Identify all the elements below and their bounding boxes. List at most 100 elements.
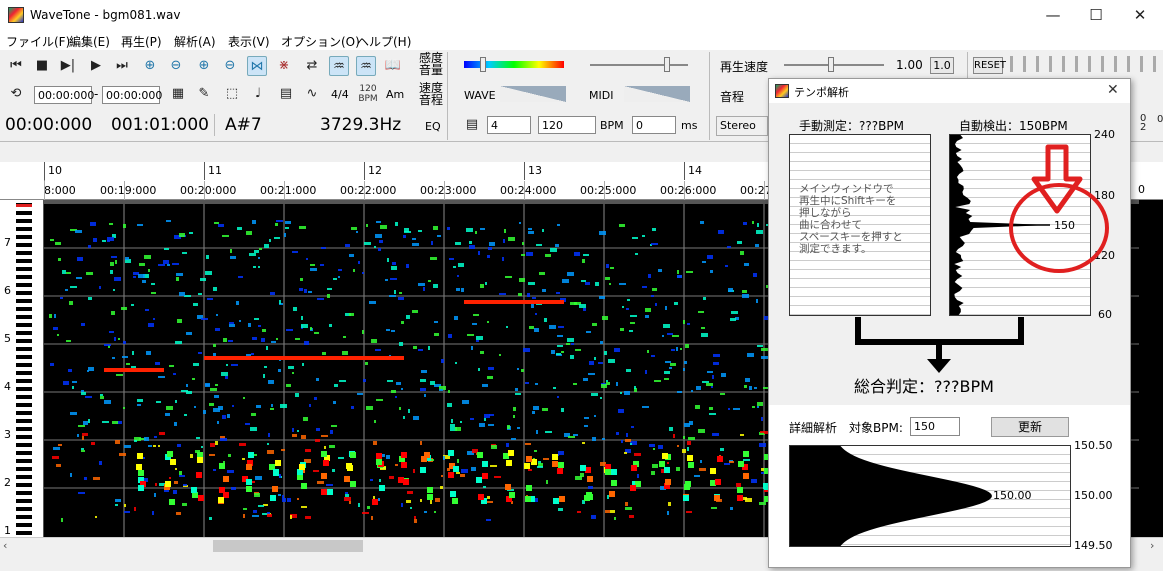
zoom-out-h-icon[interactable]: ⊖ bbox=[166, 56, 186, 76]
volume-thumb[interactable] bbox=[664, 57, 670, 72]
menu-view[interactable]: 表示(V) bbox=[228, 33, 270, 50]
spectro-blip bbox=[535, 313, 537, 315]
update-button[interactable]: 更新 bbox=[991, 417, 1069, 437]
wave-view-icon[interactable]: ♒ bbox=[329, 56, 349, 76]
wave-view2-icon[interactable]: ♒ bbox=[356, 56, 376, 76]
wave-volume-slider[interactable] bbox=[500, 86, 566, 102]
zoom-in-h-icon[interactable]: ⊕ bbox=[140, 56, 160, 76]
reset-button[interactable]: RESET bbox=[973, 57, 1006, 74]
menu-help[interactable]: ヘルプ(H) bbox=[357, 33, 411, 50]
spectro-blip bbox=[278, 494, 281, 496]
spectro-blip bbox=[243, 508, 247, 510]
key-label[interactable]: Am bbox=[386, 88, 404, 101]
range-start-input[interactable]: 00:00:000 bbox=[34, 86, 94, 104]
range-end-input[interactable]: 00:00:000 bbox=[102, 86, 162, 104]
spectro-blip bbox=[624, 391, 630, 395]
spectro-blip bbox=[519, 278, 525, 282]
ruler-time-label: 8:000 bbox=[44, 184, 76, 197]
zoom-in-v-icon[interactable]: ⊕ bbox=[194, 56, 214, 76]
spectro-blip bbox=[210, 443, 215, 447]
spectro-blip bbox=[483, 486, 486, 488]
spectro-blip bbox=[533, 406, 539, 410]
spectro-blip bbox=[668, 502, 671, 506]
midi-volume-slider[interactable] bbox=[624, 86, 690, 102]
menu-options[interactable]: オプション(O) bbox=[281, 33, 360, 50]
maximize-button[interactable]: ☐ bbox=[1076, 4, 1116, 26]
zoom-out-v-icon[interactable]: ⊖ bbox=[220, 56, 240, 76]
target-bpm-input[interactable]: 150 bbox=[910, 417, 960, 436]
spectro-blip bbox=[207, 298, 213, 300]
fast-forward-icon[interactable]: ⏭ bbox=[112, 56, 132, 76]
scroll-right-icon[interactable]: › bbox=[1150, 539, 1154, 552]
spectro-blip bbox=[339, 380, 346, 382]
spectro-blip bbox=[645, 370, 647, 374]
grid-icon[interactable]: ▦ bbox=[168, 84, 188, 104]
note-icon[interactable]: ♩ bbox=[248, 84, 268, 104]
score-book-icon[interactable]: 📖 bbox=[383, 56, 403, 76]
rewind-icon[interactable]: ⏮ bbox=[6, 56, 26, 76]
bpm-input[interactable]: 120 bbox=[538, 116, 596, 134]
piano-black-key bbox=[16, 243, 32, 247]
swap-icon[interactable]: ⇄ bbox=[302, 56, 322, 76]
spectro-blip bbox=[62, 270, 66, 274]
spectro-blip bbox=[270, 292, 275, 295]
pen-icon[interactable]: ✎ bbox=[194, 84, 214, 104]
table-icon[interactable]: ▤ bbox=[276, 84, 296, 104]
eq-sliders[interactable] bbox=[1010, 56, 1163, 72]
spectro-blip bbox=[376, 459, 382, 465]
sensitivity-thumb[interactable] bbox=[480, 57, 486, 72]
stop-icon[interactable]: ■ bbox=[32, 56, 52, 76]
close-button[interactable]: ✕ bbox=[1120, 4, 1160, 26]
playspeed-default-button[interactable]: 1.0 bbox=[930, 57, 954, 74]
beat-label[interactable]: 4/4 bbox=[331, 88, 349, 101]
spectro-blip bbox=[60, 297, 63, 299]
beats-input[interactable]: 4 bbox=[487, 116, 531, 134]
loop-icon[interactable]: ⟲ bbox=[6, 84, 26, 104]
fit-icon[interactable]: ⋈ bbox=[247, 56, 267, 76]
wave-line-icon[interactable]: ∿ bbox=[302, 84, 322, 104]
spectro-blip bbox=[242, 458, 245, 460]
bpm-icon[interactable]: 120 BPM bbox=[357, 84, 379, 104]
playspeed-slider[interactable] bbox=[784, 64, 884, 66]
spectro-blip bbox=[77, 257, 83, 261]
spectro-blip bbox=[115, 440, 120, 444]
spectro-blip bbox=[577, 511, 581, 513]
spectro-blip bbox=[380, 225, 387, 229]
spectro-blip bbox=[70, 286, 77, 288]
spectro-blip bbox=[591, 393, 598, 396]
spectro-blip bbox=[455, 242, 461, 245]
step-icon[interactable]: ▶| bbox=[58, 56, 78, 76]
spectro-blip bbox=[487, 255, 490, 258]
spectro-blip bbox=[506, 460, 512, 466]
select-rect-icon[interactable]: ⬚ bbox=[222, 84, 242, 104]
spectro-blip bbox=[604, 351, 607, 355]
collapse-icon[interactable]: ⋇ bbox=[274, 56, 294, 76]
volume-slider[interactable] bbox=[590, 64, 688, 66]
scroll-thumb[interactable] bbox=[213, 540, 363, 552]
spectro-blip bbox=[413, 469, 415, 473]
spectro-blip bbox=[252, 220, 256, 224]
menu-file[interactable]: ファイル(F) bbox=[6, 33, 70, 50]
spectro-blip bbox=[299, 288, 303, 291]
play-icon[interactable]: ▶ bbox=[86, 56, 106, 76]
spectro-blip bbox=[301, 324, 308, 328]
eq-label[interactable]: EQ bbox=[425, 120, 441, 133]
spectro-blip bbox=[728, 288, 733, 292]
spectro-blip bbox=[475, 231, 477, 234]
scroll-left-icon[interactable]: ‹ bbox=[3, 539, 7, 552]
spectro-blip bbox=[391, 330, 395, 332]
spectro-blip bbox=[473, 314, 479, 316]
playspeed-thumb[interactable] bbox=[828, 57, 834, 72]
menu-edit[interactable]: 編集(E) bbox=[69, 33, 110, 50]
window-title: WaveTone - bgm081.wav bbox=[30, 8, 181, 22]
sensitivity-slider[interactable] bbox=[464, 61, 564, 68]
channel-select[interactable]: Stereo bbox=[716, 116, 768, 136]
ms-input[interactable]: 0 bbox=[632, 116, 676, 134]
menu-analyze[interactable]: 解析(A) bbox=[174, 33, 216, 50]
spectro-blip bbox=[148, 269, 150, 272]
dialog-close-button[interactable]: ✕ bbox=[1107, 82, 1119, 98]
spectro-blip bbox=[179, 233, 185, 237]
minimize-button[interactable]: — bbox=[1033, 4, 1073, 26]
spectro-blip bbox=[364, 242, 371, 245]
menu-play[interactable]: 再生(P) bbox=[121, 33, 162, 50]
